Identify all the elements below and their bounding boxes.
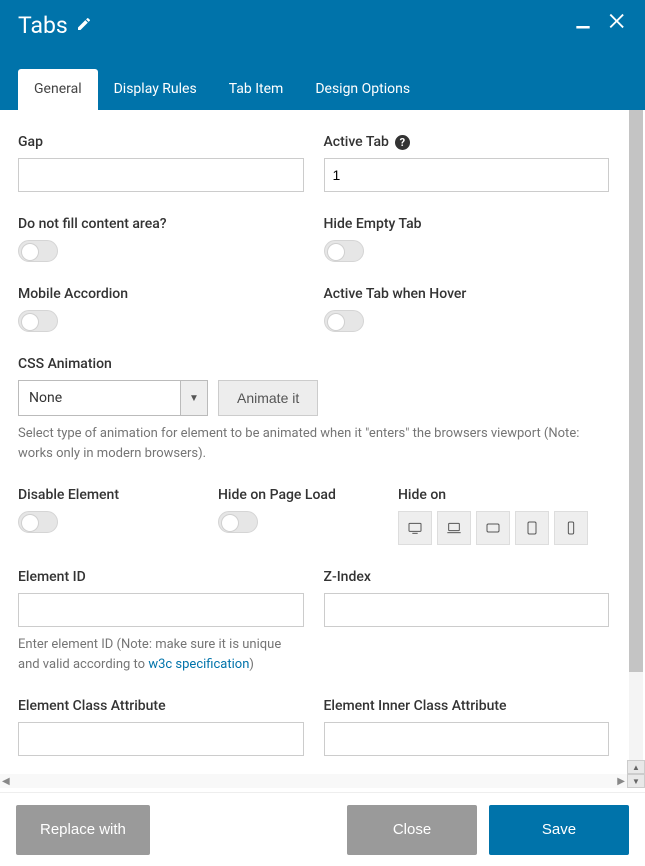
hide-empty-toggle[interactable] <box>324 240 364 262</box>
vertical-scrollbar[interactable] <box>629 110 643 771</box>
hide-on-label: Hide on <box>398 487 588 503</box>
element-id-label: Element ID <box>18 569 304 585</box>
horizontal-scrollbar[interactable]: ◀▶ <box>0 774 627 788</box>
pencil-icon[interactable] <box>76 16 92 36</box>
w3c-link[interactable]: w3c specification <box>148 657 249 672</box>
chevron-down-icon: ▼ <box>180 380 208 416</box>
scroll-up-button[interactable]: ▲ <box>627 760 645 774</box>
z-index-input[interactable] <box>324 593 610 627</box>
device-tablet-portrait-button[interactable] <box>515 511 549 545</box>
device-laptop-button[interactable] <box>437 511 471 545</box>
scroll-down-button[interactable]: ▼ <box>627 774 645 788</box>
element-class-label: Element Class Attribute <box>18 698 304 714</box>
active-hover-toggle[interactable] <box>324 310 364 332</box>
element-id-note: Enter element ID (Note: make sure it is … <box>18 635 304 674</box>
close-button[interactable]: Close <box>347 805 477 855</box>
z-index-label: Z-Index <box>324 569 610 585</box>
tab-tab-item[interactable]: Tab Item <box>213 69 300 110</box>
hide-page-load-label: Hide on Page Load <box>218 487 378 503</box>
gap-label: Gap <box>18 134 304 150</box>
css-animation-select[interactable]: None ▼ <box>18 380 208 416</box>
hide-empty-label: Hide Empty Tab <box>324 216 610 232</box>
do-not-fill-label: Do not fill content area? <box>18 216 304 232</box>
element-id-input[interactable] <box>18 593 304 627</box>
animate-it-button[interactable]: Animate it <box>218 380 318 416</box>
css-animation-value: None <box>18 380 180 416</box>
do-not-fill-toggle[interactable] <box>18 240 58 262</box>
hide-page-load-toggle[interactable] <box>218 511 258 533</box>
disable-element-label: Disable Element <box>18 487 198 503</box>
close-icon[interactable] <box>607 10 629 36</box>
active-hover-label: Active Tab when Hover <box>324 286 610 302</box>
element-inner-class-input[interactable] <box>324 722 610 756</box>
active-tab-label: Active Tab <box>324 134 389 150</box>
tab-display-rules[interactable]: Display Rules <box>98 69 213 110</box>
replace-with-button[interactable]: Replace with <box>16 805 150 855</box>
minimize-icon[interactable] <box>573 11 593 35</box>
element-class-input[interactable] <box>18 722 304 756</box>
css-animation-note: Select type of animation for element to … <box>18 424 609 463</box>
tab-design-options[interactable]: Design Options <box>299 69 426 110</box>
active-tab-input[interactable] <box>324 158 610 192</box>
gap-input[interactable] <box>18 158 304 192</box>
save-button[interactable]: Save <box>489 805 629 855</box>
device-mobile-button[interactable] <box>554 511 588 545</box>
disable-element-toggle[interactable] <box>18 511 58 533</box>
device-desktop-button[interactable] <box>398 511 432 545</box>
device-tablet-landscape-button[interactable] <box>476 511 510 545</box>
mobile-accordion-toggle[interactable] <box>18 310 58 332</box>
mobile-accordion-label: Mobile Accordion <box>18 286 304 302</box>
dialog-title: Tabs <box>18 12 68 39</box>
help-icon[interactable]: ? <box>395 135 410 150</box>
element-inner-class-label: Element Inner Class Attribute <box>324 698 610 714</box>
css-animation-label: CSS Animation <box>18 356 609 372</box>
tab-general[interactable]: General <box>18 69 98 110</box>
